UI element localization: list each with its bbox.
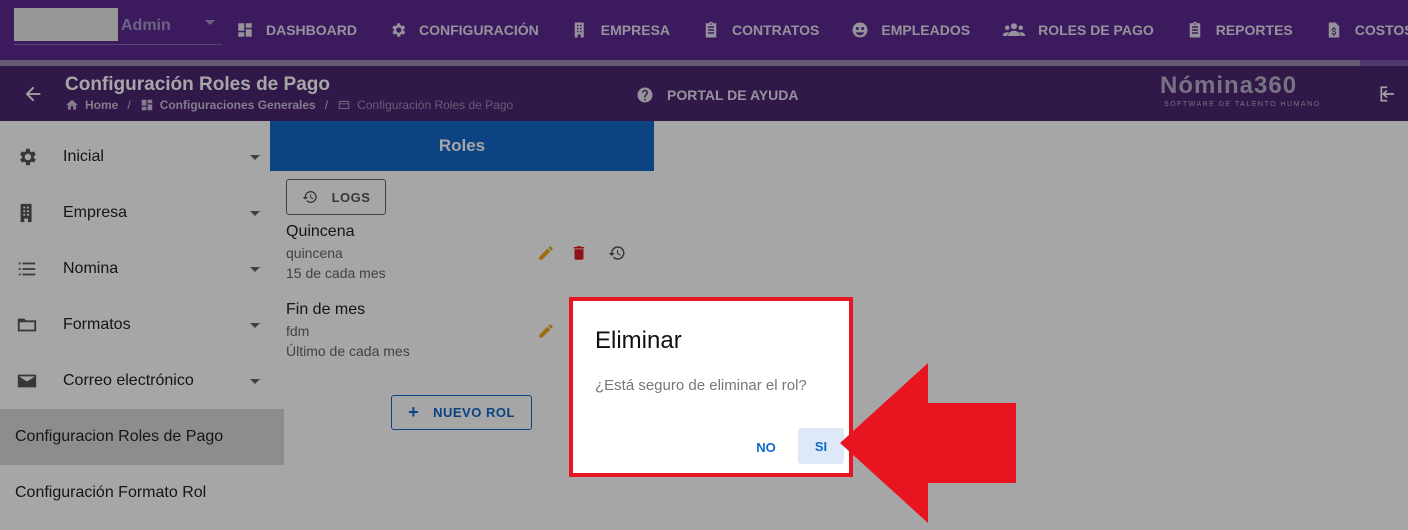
dialog-message: ¿Está seguro de eliminar el rol? [595,377,807,394]
confirm-delete-dialog: Eliminar ¿Está seguro de eliminar el rol… [569,297,853,477]
dialog-title: Eliminar [595,327,682,354]
no-button[interactable]: NO [743,429,789,465]
red-arrow-icon [840,363,1016,523]
